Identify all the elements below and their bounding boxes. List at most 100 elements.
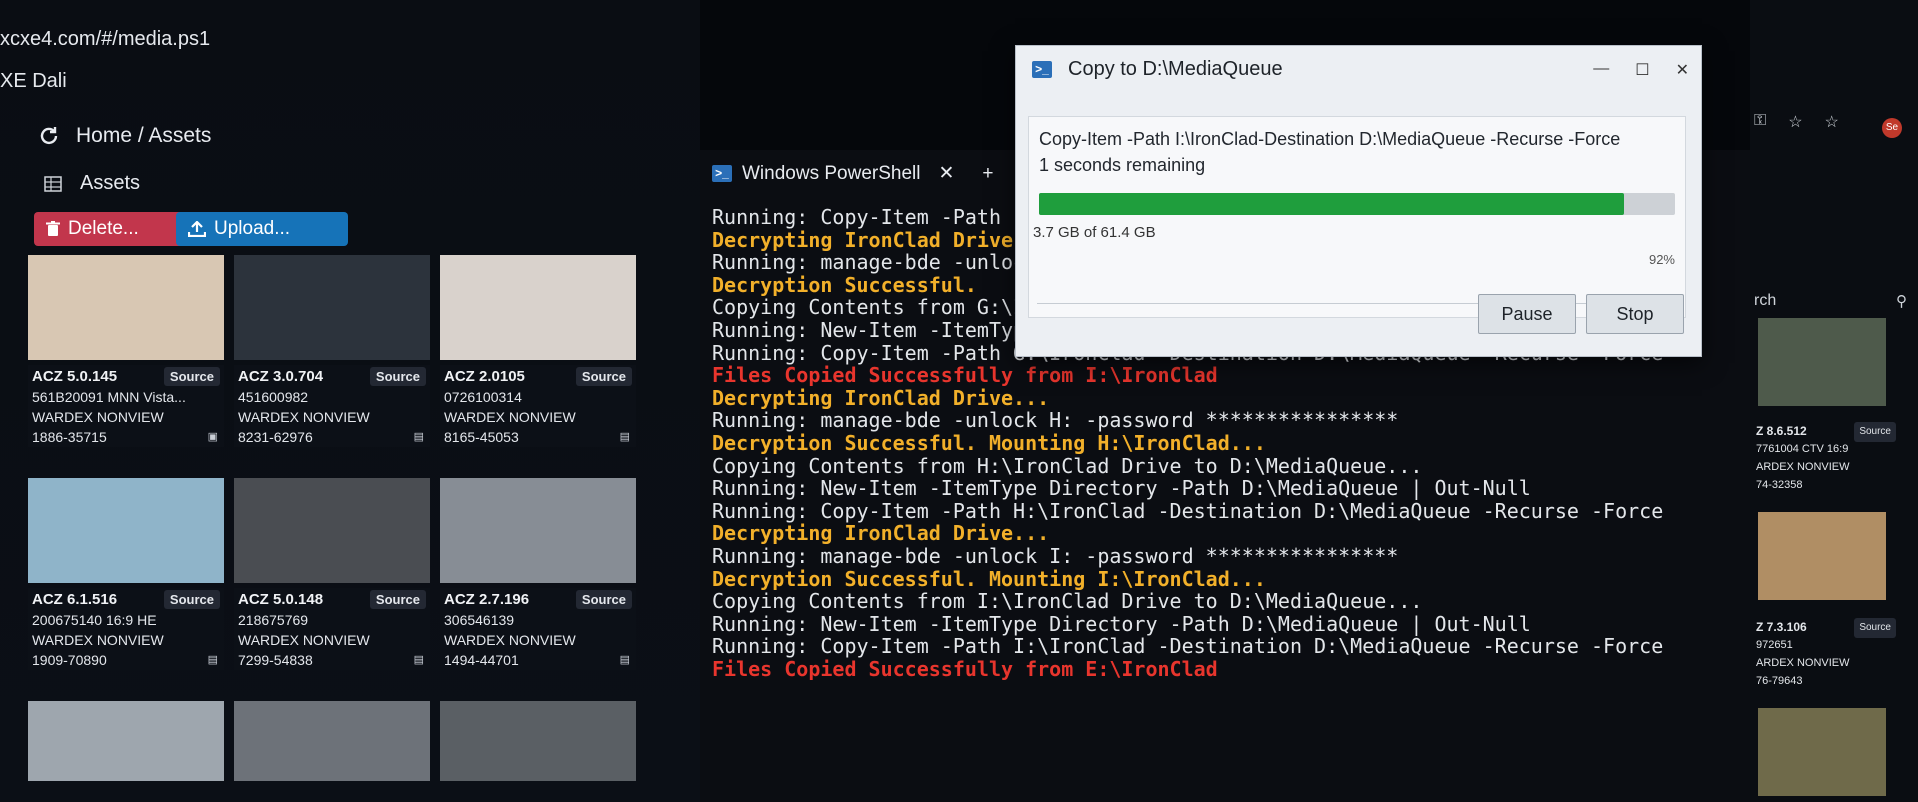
asset-meta: ACZ 2.0105 Source 0726100314 WARDEX NONVI… bbox=[440, 365, 636, 447]
asset-thumbnail[interactable] bbox=[234, 701, 430, 781]
progress-fill bbox=[1039, 193, 1625, 215]
search-label: rch bbox=[1754, 292, 1777, 309]
asset-thumbnail[interactable] bbox=[28, 255, 224, 360]
delete-label: Delete... bbox=[68, 218, 139, 239]
asset-code: ACZ 5.0.148 bbox=[238, 590, 324, 608]
terminal-line: Copying Contents from I:\IronClad Drive … bbox=[712, 589, 1423, 614]
copy-command: Copy-Item -Path I:\IronClad-Destination … bbox=[1039, 129, 1621, 149]
minimize-icon[interactable]: — bbox=[1593, 60, 1609, 80]
terminal-line: Copying Contents from H:\IronClad Drive … bbox=[712, 453, 1423, 478]
pause-button[interactable]: Pause bbox=[1478, 294, 1576, 334]
browser-toolbar: ⚿ ☆ ☆ bbox=[1754, 112, 1839, 132]
assets-label: Assets bbox=[80, 172, 141, 194]
source-badge[interactable]: Source bbox=[369, 589, 426, 609]
dialog-titlebar[interactable]: >_ Copy to D:\MediaQueue bbox=[1032, 58, 1283, 81]
asset-meta: Z 8.6.512 Source 7761004 CTV 16:9 ARDEX N… bbox=[1756, 422, 1896, 494]
source-badge[interactable]: Source bbox=[163, 589, 220, 609]
asset-owner: WARDEX NONVIEW bbox=[444, 632, 576, 648]
tab-title: Windows PowerShell bbox=[742, 162, 921, 184]
trash-icon bbox=[46, 221, 60, 236]
asset-range: 1494-44701 bbox=[444, 652, 519, 668]
table-icon bbox=[44, 175, 62, 192]
asset-meta: ACZ 2.7.196 Source 306546139 WARDEX NONVI… bbox=[440, 588, 636, 670]
time-remaining: 1 seconds remaining bbox=[1039, 155, 1206, 175]
asset-thumbnail[interactable] bbox=[234, 255, 430, 360]
asset-thumbnail[interactable] bbox=[1758, 318, 1886, 406]
close-tab-icon[interactable]: ✕ bbox=[938, 162, 954, 185]
asset-range: 74-32358 bbox=[1756, 479, 1803, 491]
asset-thumbnail[interactable] bbox=[440, 255, 636, 360]
asset-id: 218675769 bbox=[238, 612, 309, 628]
terminal-line: Decrypting IronClad Drive... bbox=[712, 385, 1050, 410]
avatar[interactable]: Se bbox=[1882, 118, 1902, 138]
asset-range: 8231-62976 bbox=[238, 429, 313, 445]
asset-meta: ACZ 5.0.145 Source 561B20091 MNN Vista...… bbox=[28, 365, 224, 447]
star-icon[interactable]: ☆ bbox=[1788, 112, 1802, 132]
assets-nav-item[interactable]: Assets bbox=[44, 172, 140, 195]
right-browser-panel: ⚿ ☆ ☆ Se rch ⚲ Z 8.6.512 Source 7761004 C… bbox=[1750, 0, 1918, 802]
source-badge[interactable]: Source bbox=[1854, 422, 1896, 442]
asset-owner: ARDEX NONVIEW bbox=[1756, 657, 1850, 669]
asset-meta: ACZ 6.1.516 Source 200675140 16:9 HE WARD… bbox=[28, 588, 224, 670]
asset-range: 7299-54838 bbox=[238, 652, 313, 668]
film-icon: ▤ bbox=[619, 654, 630, 666]
refresh-icon[interactable] bbox=[38, 125, 60, 147]
source-badge[interactable]: Source bbox=[575, 589, 632, 609]
asset-owner: WARDEX NONVIEW bbox=[444, 409, 576, 425]
asset-card[interactable]: ACZ 5.0.145 Source 561B20091 MNN Vista...… bbox=[28, 255, 224, 470]
stop-button[interactable]: Stop bbox=[1586, 294, 1684, 334]
asset-thumbnail[interactable] bbox=[234, 478, 430, 583]
asset-code: Z 7.3.106 bbox=[1756, 620, 1807, 634]
asset-code: ACZ 2.7.196 bbox=[444, 590, 530, 608]
maximize-icon[interactable]: ☐ bbox=[1635, 60, 1649, 80]
upload-label: Upload... bbox=[214, 218, 291, 239]
asset-thumbnail[interactable] bbox=[440, 701, 636, 781]
film-icon: ▤ bbox=[413, 654, 424, 666]
asset-card[interactable]: ACZ 5.0.148 Source 218675769 WARDEX NONVI… bbox=[234, 478, 430, 693]
app-name: XE Dali bbox=[0, 70, 67, 92]
asset-owner: WARDEX NONVIEW bbox=[32, 632, 164, 648]
bookmark-star-icon[interactable]: ☆ bbox=[1825, 112, 1839, 132]
asset-owner: ARDEX NONVIEW bbox=[1756, 461, 1850, 473]
image-type-icon: ▣ bbox=[207, 431, 218, 443]
source-badge[interactable]: Source bbox=[369, 366, 426, 386]
asset-range: 1909-70890 bbox=[32, 652, 107, 668]
asset-thumbnail[interactable] bbox=[440, 478, 636, 583]
asset-card[interactable]: ACZ 3.0.704 Source 451600982 WARDEX NONVI… bbox=[234, 255, 430, 470]
source-badge[interactable]: Source bbox=[163, 366, 220, 386]
dialog-body: Copy-Item -Path I:\IronClad-Destination … bbox=[1028, 116, 1686, 318]
asset-owner: WARDEX NONVIEW bbox=[32, 409, 164, 425]
asset-range: 8165-45053 bbox=[444, 429, 519, 445]
delete-button[interactable]: Delete... bbox=[34, 212, 190, 246]
key-icon[interactable]: ⚿ bbox=[1754, 112, 1766, 132]
asset-thumbnail[interactable] bbox=[1758, 708, 1886, 796]
asset-id: 200675140 16:9 HE bbox=[32, 612, 157, 628]
asset-thumbnail[interactable] bbox=[28, 478, 224, 583]
terminal-line: Files Copied Successfully from I:\IronCl… bbox=[712, 363, 1218, 388]
asset-thumbnail[interactable] bbox=[28, 701, 224, 781]
asset-thumbnail[interactable] bbox=[1758, 512, 1886, 600]
media-app: xcxe4.com/#/media.ps1 XE Dali Home / Ass… bbox=[0, 0, 700, 802]
search-icon[interactable]: ⚲ bbox=[1896, 292, 1907, 310]
breadcrumb-text[interactable]: Home / Assets bbox=[76, 124, 211, 148]
asset-id: 972651 bbox=[1756, 639, 1793, 651]
upload-button[interactable]: Upload... bbox=[176, 212, 348, 246]
terminal-line: Decryption Successful. Mounting I:\IronC… bbox=[712, 566, 1266, 591]
source-badge[interactable]: Source bbox=[575, 366, 632, 386]
close-icon[interactable]: ✕ bbox=[1676, 60, 1689, 80]
copy-size: 3.7 GB of 61.4 GB bbox=[1033, 224, 1156, 241]
new-tab-icon[interactable]: + bbox=[982, 163, 993, 185]
address-bar-url[interactable]: xcxe4.com/#/media.ps1 bbox=[0, 28, 210, 51]
film-icon: ▤ bbox=[207, 654, 218, 666]
asset-card[interactable]: ACZ 2.7.196 Source 306546139 WARDEX NONVI… bbox=[440, 478, 636, 693]
terminal-line: Running: manage-bde -unlock I: -password… bbox=[712, 543, 1399, 568]
asset-card[interactable]: ACZ 2.0105 Source 0726100314 WARDEX NONVI… bbox=[440, 255, 636, 470]
asset-meta: ACZ 5.0.148 Source 218675769 WARDEX NONVI… bbox=[234, 588, 430, 670]
source-badge[interactable]: Source bbox=[1854, 618, 1896, 638]
powershell-icon: >_ bbox=[1032, 61, 1052, 78]
window-controls: — ☐ ✕ bbox=[1593, 60, 1689, 80]
terminal-line: Running: New-Item -ItemType Directory -P… bbox=[712, 476, 1531, 501]
asset-card[interactable]: ACZ 6.1.516 Source 200675140 16:9 HE WARD… bbox=[28, 478, 224, 693]
dialog-title: Copy to D:\MediaQueue bbox=[1068, 58, 1283, 80]
tab-powershell[interactable]: >_ Windows PowerShell ✕ + bbox=[712, 162, 994, 185]
